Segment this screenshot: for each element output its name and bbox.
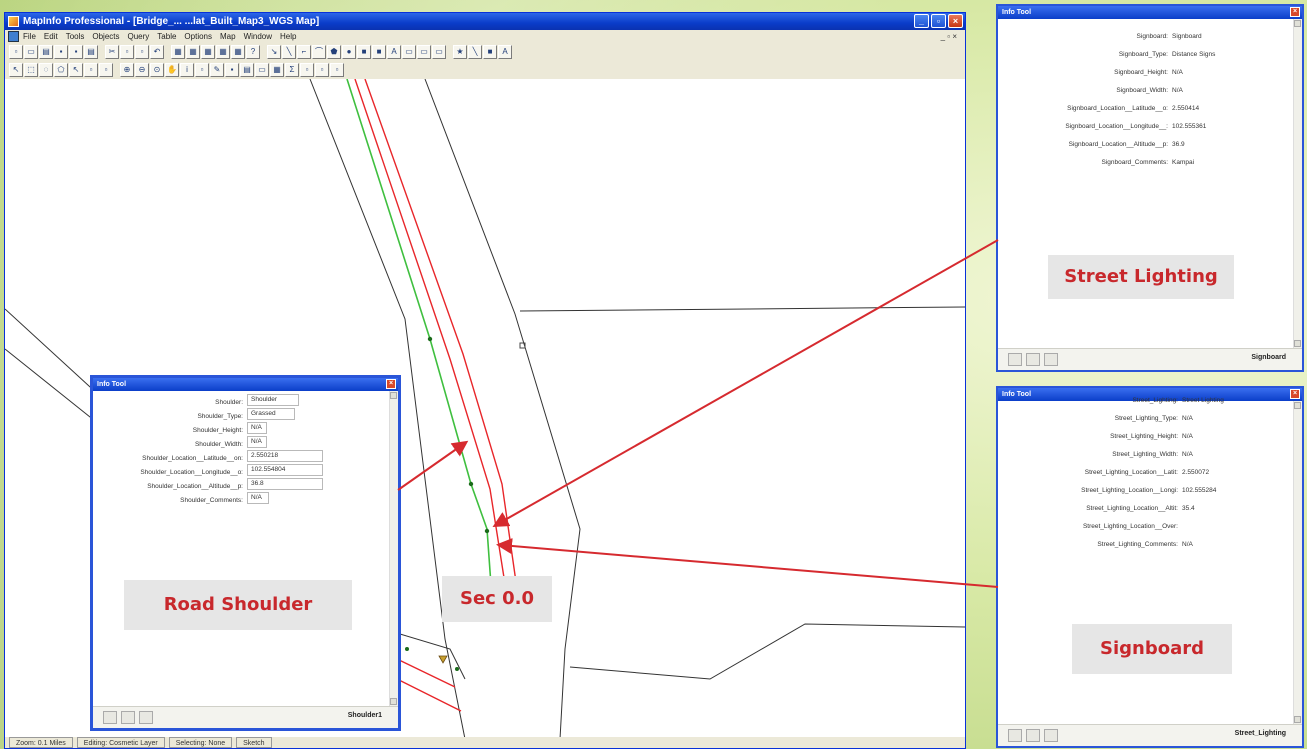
arrow-to-street-lighting [492,239,999,527]
arrow-to-signboard [496,538,999,588]
arrow-to-shoulder [397,440,469,491]
annotation-arrows [397,239,999,588]
